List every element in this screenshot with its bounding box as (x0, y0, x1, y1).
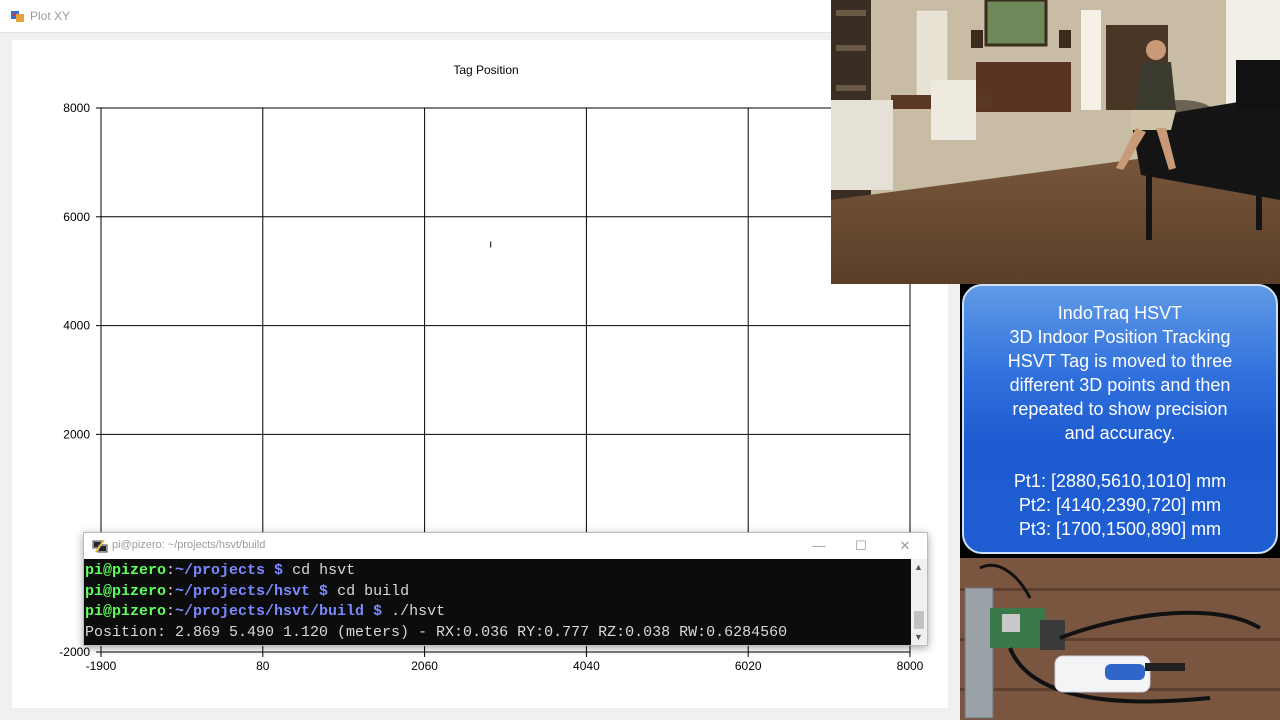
info-line-pt3: Pt3: [1700,1500,890] mm (1018, 519, 1222, 539)
close-button[interactable]: ✕ (890, 536, 920, 556)
maximize-button[interactable]: ☐ (846, 536, 876, 556)
scroll-down-icon[interactable]: ▼ (914, 632, 923, 642)
info-line (964, 445, 1276, 469)
device-scene (960, 558, 1280, 720)
chart-title: Tag Position (453, 63, 518, 77)
info-panel: IndoTraq HSVT 3D Indoor Position Trackin… (960, 284, 1280, 558)
prompt-path: ~/projects/hsvt/build $ (175, 603, 383, 620)
device-camera-video (960, 558, 1280, 720)
room-camera-video (831, 0, 1280, 284)
y-tick-label: 2000 (63, 427, 90, 441)
room-scene (831, 0, 1280, 284)
putty-icon (92, 539, 108, 553)
prompt-path: ~/projects/hsvt $ (175, 582, 329, 600)
info-line: different 3D points and then (1009, 375, 1231, 395)
info-line: IndoTraq HSVT (1057, 303, 1183, 323)
info-line: HSVT Tag is moved to three (1007, 351, 1233, 371)
info-line-pt1: Pt1: [2880,5610,1010] mm (1013, 471, 1227, 491)
x-tick-label: 8000 (897, 659, 924, 673)
y-tick-label: -2000 (59, 645, 90, 659)
terminal-output[interactable]: pi@pizero:~/projects $ cd hsvt pi@pizero:… (84, 559, 911, 645)
y-tick-label: 6000 (63, 210, 90, 224)
prompt-path: ~/projects $ (175, 562, 284, 579)
terminal-line: pi@pizero:~/projects $ cd hsvt (85, 562, 356, 579)
x-tick-label: 4040 (573, 659, 600, 673)
terminal-line: pi@pizero:~/projects/hsvt/build $ ./hsvt (85, 603, 446, 620)
terminal-output-line: Position: 2.869 5.490 1.120 (meters) - R… (85, 623, 911, 644)
plot-window-title: Plot XY (30, 9, 71, 23)
terminal-title: pi@pizero: ~/projects/hsvt/build (112, 539, 266, 551)
x-tick-label: 2060 (411, 659, 438, 673)
info-callout: IndoTraq HSVT 3D Indoor Position Trackin… (962, 284, 1278, 554)
command-text: ./hsvt (382, 603, 446, 620)
chart-window-icon (11, 11, 24, 22)
scroll-up-icon[interactable]: ▲ (914, 562, 923, 572)
x-tick-label: 6020 (735, 659, 762, 673)
terminal-title-bar[interactable]: pi@pizero: ~/projects/hsvt/build — ☐ ✕ (84, 533, 927, 559)
terminal-line: pi@pizero:~/projects/hsvt $ cd build (85, 582, 410, 600)
x-tick-label: -1900 (86, 659, 117, 673)
y-tick-label: 4000 (63, 319, 90, 333)
terminal-scrollbar[interactable]: ▲ ▼ (911, 559, 927, 645)
plot-title-bar[interactable]: Plot XY (0, 0, 960, 33)
info-line-pt2: Pt2: [4140,2390,720] mm (1018, 495, 1222, 515)
info-line: repeated to show precision (1012, 399, 1228, 419)
minimize-button[interactable]: — (804, 536, 834, 556)
y-tick-label: 8000 (63, 101, 90, 115)
position-output: Position: 2.869 5.490 1.120 (meters) - R… (85, 623, 788, 641)
command-text: cd hsvt (283, 562, 356, 579)
x-tick-label: 80 (256, 659, 270, 673)
info-line: 3D Indoor Position Tracking (1009, 327, 1231, 347)
prompt-user: pi@pizero (85, 603, 167, 620)
prompt-user: pi@pizero (85, 562, 167, 579)
terminal-window[interactable]: pi@pizero: ~/projects/hsvt/build — ☐ ✕ p… (83, 532, 928, 646)
prompt-user: pi@pizero (85, 582, 167, 600)
info-line: and accuracy. (1064, 423, 1176, 443)
scrollbar-thumb[interactable] (914, 611, 924, 629)
command-text: cd build (328, 582, 410, 600)
